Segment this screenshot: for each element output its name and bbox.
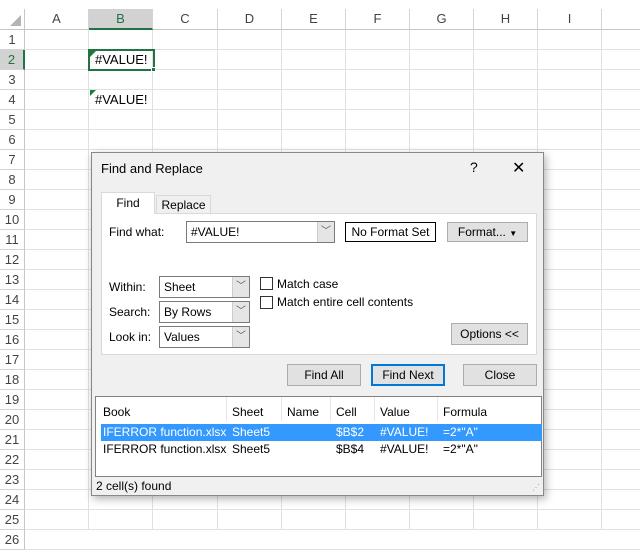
- row-header-7[interactable]: 7: [0, 150, 25, 170]
- dialog-title: Find and Replace: [101, 161, 203, 176]
- format-button[interactable]: Format... ▼: [447, 222, 528, 242]
- find-replace-dialog: Find and Replace ? ✕ Find Replace Find w…: [91, 152, 544, 496]
- match-case-label[interactable]: Match case: [277, 277, 338, 291]
- header-name[interactable]: Name: [287, 405, 319, 419]
- resize-grip-icon[interactable]: ⋰: [532, 483, 540, 492]
- find-what-input[interactable]: #VALUE! ﹀: [186, 221, 335, 243]
- header-value[interactable]: Value: [380, 405, 410, 419]
- search-label: Search:: [109, 305, 151, 319]
- tab-replace[interactable]: Replace: [156, 195, 211, 215]
- row-header-2[interactable]: 2: [0, 50, 25, 70]
- gridline: [25, 509, 640, 510]
- row-header-10[interactable]: 10: [0, 210, 25, 230]
- chevron-down-icon[interactable]: ﹀: [232, 277, 249, 297]
- within-select[interactable]: Sheet ﹀: [159, 276, 250, 298]
- result-row[interactable]: IFERROR function.xlsx Sheet5 $B$4 #VALUE! =2…: [101, 441, 542, 458]
- fill-handle[interactable]: [151, 67, 156, 72]
- lookin-select[interactable]: Values ﹀: [159, 326, 250, 348]
- within-label: Within:: [109, 280, 146, 294]
- row-header-23[interactable]: 23: [0, 470, 25, 490]
- dropdown-arrow-icon: ▼: [509, 229, 518, 238]
- results-list[interactable]: Book Sheet Name Cell Value Formula IFERR…: [95, 396, 542, 477]
- header-book[interactable]: Book: [103, 405, 130, 419]
- row-header-22[interactable]: 22: [0, 450, 25, 470]
- row-header-11[interactable]: 11: [0, 230, 25, 250]
- row-header-9[interactable]: 9: [0, 190, 25, 210]
- column-header-b[interactable]: B: [89, 9, 153, 30]
- gridline: [25, 129, 640, 130]
- help-button[interactable]: ?: [470, 159, 478, 175]
- find-next-button[interactable]: Find Next: [371, 364, 445, 386]
- gridline: [601, 30, 602, 529]
- row-header-6[interactable]: 6: [0, 130, 25, 150]
- header-formula[interactable]: Formula: [443, 405, 487, 419]
- gridline: [25, 149, 640, 150]
- row-header-17[interactable]: 17: [0, 350, 25, 370]
- row-header-19[interactable]: 19: [0, 390, 25, 410]
- gridline: [25, 529, 640, 530]
- find-all-button[interactable]: Find All: [287, 364, 361, 386]
- row-header-3[interactable]: 3: [0, 70, 25, 90]
- header-sheet[interactable]: Sheet: [232, 405, 263, 419]
- column-header-g[interactable]: G: [410, 9, 474, 30]
- match-entire-checkbox[interactable]: [260, 296, 273, 309]
- chevron-down-icon[interactable]: ﹀: [232, 302, 249, 322]
- column-header-f[interactable]: F: [346, 9, 410, 30]
- column-header-d[interactable]: D: [218, 9, 282, 30]
- chevron-down-icon[interactable]: ﹀: [317, 222, 334, 242]
- error-indicator: [90, 51, 96, 57]
- header-cell[interactable]: Cell: [336, 405, 357, 419]
- chevron-down-icon[interactable]: ﹀: [232, 327, 249, 347]
- column-header-c[interactable]: C: [153, 9, 218, 30]
- row-header-20[interactable]: 20: [0, 410, 25, 430]
- row-header-4[interactable]: 4: [0, 90, 25, 110]
- column-header-e[interactable]: E: [282, 9, 346, 30]
- row-header-18[interactable]: 18: [0, 370, 25, 390]
- column-header-h[interactable]: H: [474, 9, 538, 30]
- lookin-label: Look in:: [109, 330, 152, 344]
- find-what-label: Find what:: [109, 225, 165, 239]
- select-all-corner[interactable]: [0, 9, 25, 30]
- match-case-checkbox[interactable]: [260, 277, 273, 290]
- row-header-8[interactable]: 8: [0, 170, 25, 190]
- row-header-5[interactable]: 5: [0, 110, 25, 130]
- column-header[interactable]: [602, 9, 640, 30]
- row-header-13[interactable]: 13: [0, 270, 25, 290]
- status-text: 2 cell(s) found: [96, 479, 172, 493]
- match-entire-label[interactable]: Match entire cell contents: [277, 295, 413, 309]
- close-button[interactable]: Close: [463, 364, 537, 386]
- result-row[interactable]: IFERROR function.xlsx Sheet5 $B$2 #VALUE! =2…: [101, 424, 542, 441]
- row-header-1[interactable]: 1: [0, 30, 25, 50]
- row-header-16[interactable]: 16: [0, 330, 25, 350]
- column-header-a[interactable]: A: [25, 9, 89, 30]
- active-cell-border: [88, 49, 155, 71]
- row-header-12[interactable]: 12: [0, 250, 25, 270]
- row-header-24[interactable]: 24: [0, 490, 25, 510]
- row-header-25[interactable]: 25: [0, 510, 25, 530]
- error-indicator: [90, 90, 96, 96]
- row-header-15[interactable]: 15: [0, 310, 25, 330]
- title-bar-bottom: [92, 185, 543, 186]
- column-header-i[interactable]: I: [538, 9, 602, 30]
- close-icon[interactable]: ✕: [512, 158, 525, 178]
- format-preview: No Format Set: [345, 222, 436, 242]
- row-header-14[interactable]: 14: [0, 290, 25, 310]
- row-header-26[interactable]: 26: [0, 530, 25, 550]
- row-header-21[interactable]: 21: [0, 430, 25, 450]
- cell-b4[interactable]: #VALUE!: [89, 90, 154, 110]
- options-button[interactable]: Options <<: [451, 323, 528, 345]
- tab-find[interactable]: Find: [101, 192, 155, 214]
- search-select[interactable]: By Rows ﹀: [159, 301, 250, 323]
